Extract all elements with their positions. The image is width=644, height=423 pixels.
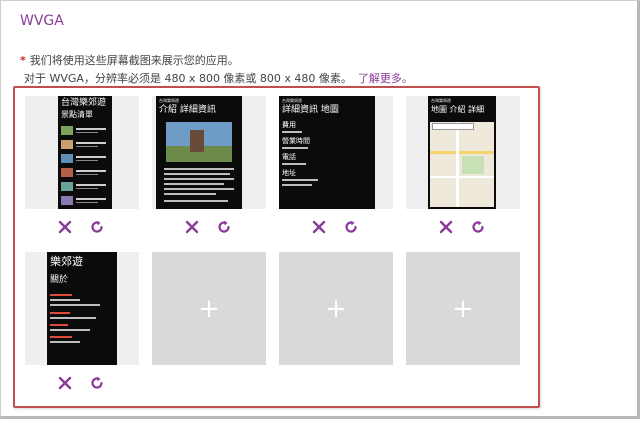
screenshot-4-title: 地圖 介紹 詳細 [431,105,485,114]
add-screenshot-slot-3[interactable]: + [406,252,520,365]
learn-more-link[interactable]: 了解更多。 [358,72,413,85]
screenshot-slot-5[interactable]: 樂郊遊 關於 [25,252,139,365]
screenshot-3-title: 詳細資訊 地圖 [282,105,339,115]
screenshot-5-actions [57,375,105,391]
screenshot-5-title: 樂郊遊 [50,255,83,268]
screenshot-2-image: 台灣樂郊遊 介紹 詳細資訊 [156,96,242,209]
refresh-icon[interactable] [470,219,486,235]
close-icon[interactable] [57,219,73,235]
screenshot-5-image: 樂郊遊 關於 [47,252,117,365]
plus-icon: + [198,293,220,324]
screenshot-slot-1[interactable]: 台灣樂郊遊 景點清單 [25,96,139,209]
screenshot-3-label-2: 營業時間 [282,137,310,145]
close-icon[interactable] [184,219,200,235]
close-icon[interactable] [311,219,327,235]
requirement-text: 我们将使用这些屏幕截图来展示您的应用。 [29,54,239,67]
resolution-line: 对于 WVGA，分辨率必须是 480 x 800 像素或 800 x 480 像… [24,70,413,86]
screenshot-3-label-3: 電話 [282,153,296,161]
refresh-icon[interactable] [216,219,232,235]
close-icon[interactable] [57,375,73,391]
refresh-icon[interactable] [89,219,105,235]
screenshot-slot-4[interactable]: 台灣樂郊遊 地圖 介紹 詳細 [406,96,520,209]
screenshot-grid: 台灣樂郊遊 景點清單 台灣樂郊遊 介紹 詳細資訊 台灣樂郊遊 詳細資訊 地圖 費… [13,86,540,408]
screenshot-1-actions [57,219,105,235]
screenshot-2-title: 介紹 詳細資訊 [159,105,216,115]
screenshot-5-subtitle: 關於 [50,275,69,285]
screenshot-3-image: 台灣樂郊遊 詳細資訊 地圖 費用 營業時間 電話 地址 [279,96,375,209]
screenshot-2-header: 台灣樂郊遊 [159,98,179,103]
refresh-icon[interactable] [89,375,105,391]
close-icon[interactable] [438,219,454,235]
add-screenshot-slot-2[interactable]: + [279,252,393,365]
required-star: * [20,54,26,67]
screenshot-3-label-1: 費用 [282,121,296,129]
plus-icon: + [452,293,474,324]
section-title: WVGA [20,13,64,29]
screenshot-slot-3[interactable]: 台灣樂郊遊 詳細資訊 地圖 費用 營業時間 電話 地址 [279,96,393,209]
screenshot-3-label-4: 地址 [282,169,296,177]
requirement-line: * 我们将使用这些屏幕截图来展示您的应用。 [20,52,239,68]
screenshot-1-image: 台灣樂郊遊 景點清單 [58,96,112,209]
plus-icon: + [325,293,347,324]
resolution-text: 对于 WVGA，分辨率必须是 480 x 800 像素或 800 x 480 像… [24,72,352,85]
screenshot-slot-2[interactable]: 台灣樂郊遊 介紹 詳細資訊 [152,96,266,209]
screenshot-1-title: 台灣樂郊遊 [61,98,107,108]
screenshot-3-actions [311,219,359,235]
screenshot-1-subtitle: 景點清單 [61,110,93,119]
add-screenshot-slot-1[interactable]: + [152,252,266,365]
screenshot-4-image: 台灣樂郊遊 地圖 介紹 詳細 [428,96,496,209]
screenshot-4-header: 台灣樂郊遊 [431,98,451,103]
screenshot-3-header: 台灣樂郊遊 [282,98,302,103]
screenshot-2-actions [184,219,232,235]
refresh-icon[interactable] [343,219,359,235]
screenshot-4-actions [438,219,486,235]
